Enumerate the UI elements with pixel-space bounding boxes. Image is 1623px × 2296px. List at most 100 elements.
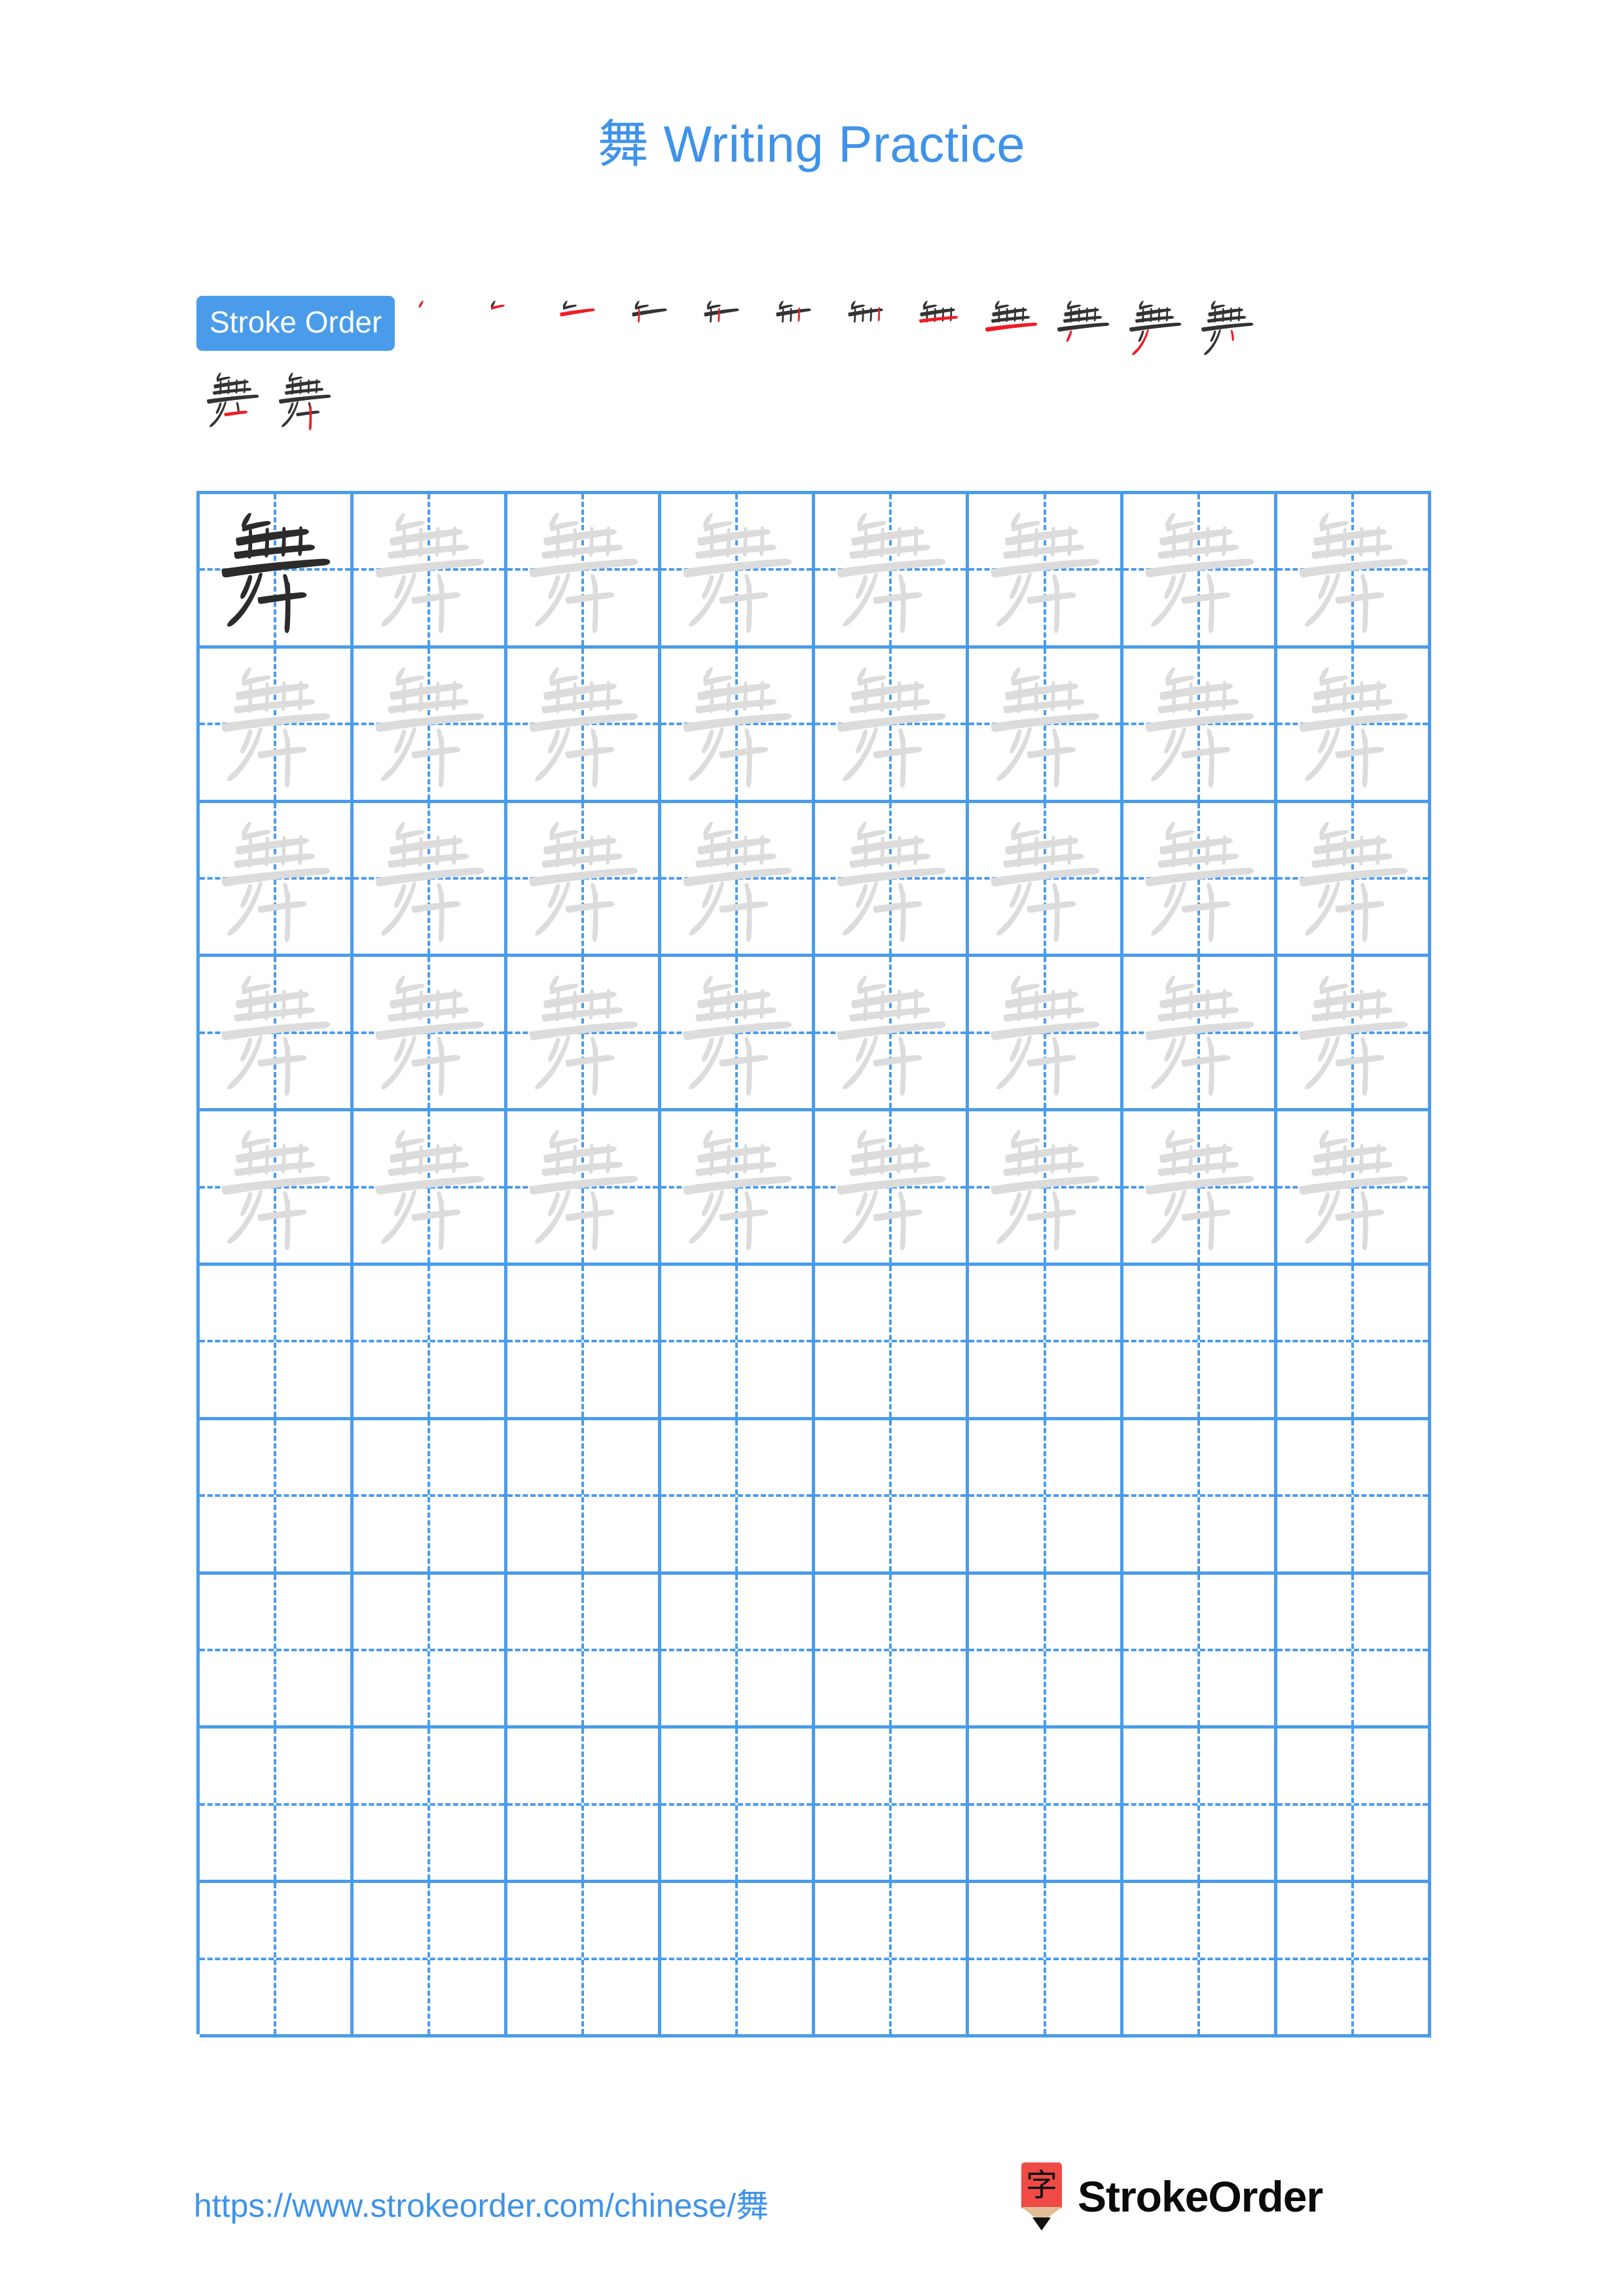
guide-horizontal (200, 1957, 351, 1960)
practice-cell-r10c4[interactable] (661, 1883, 816, 2037)
practice-cell-r9c5[interactable] (815, 1729, 970, 1884)
practice-cell-r2c6[interactable] (969, 648, 1123, 803)
trace-character (354, 1111, 504, 1263)
practice-cell-r10c2[interactable] (354, 1883, 508, 2037)
practice-cell-r8c7[interactable] (1123, 1574, 1277, 1729)
practice-cell-r9c6[interactable] (969, 1729, 1123, 1884)
grid-row (200, 494, 1431, 649)
practice-cell-r7c6[interactable] (969, 1420, 1123, 1575)
practice-cell-r1c7[interactable] (1123, 494, 1277, 649)
practice-cell-r6c5[interactable] (815, 1265, 970, 1420)
practice-cell-r4c6[interactable] (969, 957, 1123, 1112)
practice-cell-r1c3[interactable] (507, 494, 662, 649)
practice-cell-r2c3[interactable] (507, 648, 662, 803)
trace-character (969, 649, 1120, 800)
stroke-step-9 (975, 296, 1047, 364)
practice-cell-r2c4[interactable] (661, 648, 816, 803)
practice-cell-r5c8[interactable] (1277, 1111, 1431, 1266)
practice-cell-r10c7[interactable] (1123, 1883, 1277, 2037)
practice-cell-r6c6[interactable] (969, 1265, 1123, 1420)
practice-cell-r5c7[interactable] (1123, 1111, 1277, 1266)
practice-cell-r3c3[interactable] (507, 802, 662, 958)
practice-cell-r1c6[interactable] (969, 494, 1123, 649)
guide-horizontal (969, 1957, 1120, 1960)
practice-cell-r3c5[interactable] (815, 802, 970, 958)
practice-cell-r7c2[interactable] (354, 1420, 508, 1575)
practice-cell-r5c2[interactable] (354, 1111, 508, 1266)
practice-cell-r2c7[interactable] (1123, 648, 1277, 803)
stroke-order-section: Stroke Order (196, 296, 1440, 364)
page-title: 舞 Writing Practice (597, 115, 1026, 173)
practice-cell-r10c5[interactable] (815, 1883, 970, 2037)
practice-cell-r10c1[interactable] (200, 1883, 354, 2037)
practice-cell-r10c8[interactable] (1277, 1883, 1431, 2037)
practice-cell-r7c4[interactable] (661, 1420, 816, 1575)
practice-cell-r2c8[interactable] (1277, 648, 1431, 803)
practice-cell-r3c4[interactable] (661, 802, 816, 958)
practice-cell-r7c3[interactable] (507, 1420, 662, 1575)
practice-cell-r1c2[interactable] (354, 494, 508, 649)
practice-cell-r9c4[interactable] (661, 1729, 816, 1884)
trace-character (507, 1111, 658, 1263)
practice-cell-r5c5[interactable] (815, 1111, 970, 1266)
trace-character (1277, 957, 1428, 1108)
guide-horizontal (354, 1957, 505, 1960)
practice-cell-r3c7[interactable] (1123, 802, 1277, 958)
practice-cell-r2c2[interactable] (354, 648, 508, 803)
practice-cell-r6c4[interactable] (661, 1265, 816, 1420)
practice-cell-r9c1[interactable] (200, 1729, 354, 1884)
practice-cell-r4c7[interactable] (1123, 957, 1277, 1112)
practice-cell-r3c2[interactable] (354, 802, 508, 958)
practice-cell-r6c3[interactable] (507, 1265, 662, 1420)
practice-cell-r9c2[interactable] (354, 1729, 508, 1884)
practice-cell-r6c8[interactable] (1277, 1265, 1431, 1420)
practice-cell-r10c6[interactable] (969, 1883, 1123, 2037)
practice-cell-r3c1[interactable] (200, 802, 354, 958)
practice-cell-r3c6[interactable] (969, 802, 1123, 958)
practice-cell-r8c8[interactable] (1277, 1574, 1431, 1729)
trace-character (661, 803, 812, 954)
practice-cell-r7c8[interactable] (1277, 1420, 1431, 1575)
practice-cell-r9c3[interactable] (507, 1729, 662, 1884)
practice-cell-r8c2[interactable] (354, 1574, 508, 1729)
practice-cell-r4c3[interactable] (507, 957, 662, 1112)
practice-cell-r4c1[interactable] (200, 957, 354, 1112)
practice-cell-r8c5[interactable] (815, 1574, 970, 1729)
footer-logo[interactable]: 字 StrokeOrder (1021, 2162, 1323, 2231)
footer-url[interactable]: https://www.strokeorder.com/chinese/舞 (194, 2179, 769, 2227)
practice-cell-r6c2[interactable] (354, 1265, 508, 1420)
practice-cell-r2c1[interactable] (200, 648, 354, 803)
practice-cell-r7c5[interactable] (815, 1420, 970, 1575)
practice-cell-r8c1[interactable] (200, 1574, 354, 1729)
practice-cell-r9c7[interactable] (1123, 1729, 1277, 1884)
practice-cell-r4c5[interactable] (815, 957, 970, 1112)
practice-cell-r5c4[interactable] (661, 1111, 816, 1266)
practice-cell-r4c8[interactable] (1277, 957, 1431, 1112)
practice-cell-r7c1[interactable] (200, 1420, 354, 1575)
practice-cell-r1c4[interactable] (661, 494, 816, 649)
practice-cell-r6c1[interactable] (200, 1265, 354, 1420)
practice-cell-r7c7[interactable] (1123, 1420, 1277, 1575)
practice-cell-r1c1[interactable] (200, 494, 354, 649)
practice-cell-r5c1[interactable] (200, 1111, 354, 1266)
practice-cell-r2c5[interactable] (815, 648, 970, 803)
practice-cell-r5c3[interactable] (507, 1111, 662, 1266)
guide-horizontal (815, 1494, 966, 1498)
practice-cell-r4c4[interactable] (661, 957, 816, 1112)
practice-cell-r8c3[interactable] (507, 1574, 662, 1729)
practice-cell-r10c3[interactable] (507, 1883, 662, 2037)
practice-cell-r1c5[interactable] (815, 494, 970, 649)
practice-cell-r8c6[interactable] (969, 1574, 1123, 1729)
practice-cell-r3c8[interactable] (1277, 802, 1431, 958)
practice-cell-r9c8[interactable] (1277, 1729, 1431, 1884)
practice-cell-r6c7[interactable] (1123, 1265, 1277, 1420)
guide-horizontal (1123, 1340, 1274, 1343)
practice-cell-r8c4[interactable] (661, 1574, 816, 1729)
practice-cell-r4c2[interactable] (354, 957, 508, 1112)
guide-horizontal (1277, 1340, 1428, 1343)
practice-cell-r5c6[interactable] (969, 1111, 1123, 1266)
trace-character (507, 803, 658, 954)
stroke-step-list-row2 (196, 368, 1440, 436)
trace-character (200, 1111, 350, 1263)
practice-cell-r1c8[interactable] (1277, 494, 1431, 649)
